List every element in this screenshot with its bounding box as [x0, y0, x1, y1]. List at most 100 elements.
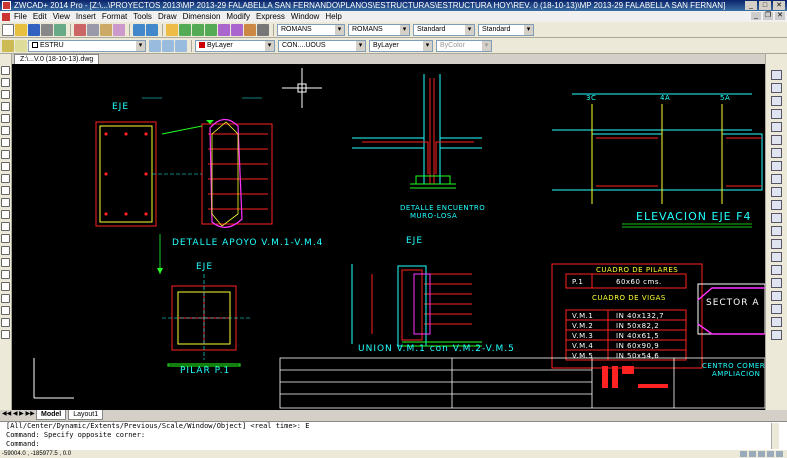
zoom-realtime-icon[interactable]: [179, 23, 191, 36]
gradient-icon[interactable]: [1, 246, 10, 255]
doc-restore-button[interactable]: ❐: [763, 12, 773, 20]
circle-icon[interactable]: [1, 138, 10, 147]
rectangle-icon[interactable]: [1, 114, 10, 123]
polyline-icon[interactable]: [1, 90, 10, 99]
tool-palette-icon[interactable]: [244, 23, 256, 36]
menu-insert[interactable]: Insert: [76, 12, 96, 21]
dimension-angular-icon[interactable]: [771, 265, 782, 275]
command-scrollbar[interactable]: [771, 423, 779, 449]
minimize-button[interactable]: _: [745, 1, 757, 10]
make-current-icon[interactable]: [149, 39, 161, 52]
layer-select[interactable]: ESTRU: [28, 39, 146, 52]
grid-toggle-icon[interactable]: [749, 451, 756, 457]
stretch-icon[interactable]: [771, 109, 782, 119]
doc-close-button[interactable]: ✕: [775, 12, 785, 20]
preview-icon[interactable]: [54, 23, 66, 36]
copy-object-icon[interactable]: [1, 306, 10, 315]
copy-icon[interactable]: [87, 23, 99, 36]
break-icon[interactable]: [771, 148, 782, 158]
open-icon[interactable]: [15, 23, 27, 36]
tab-model[interactable]: Model: [36, 410, 67, 420]
layer-previous-icon[interactable]: [162, 39, 174, 52]
mtext-icon[interactable]: [1, 282, 10, 291]
array-icon[interactable]: [771, 213, 782, 223]
point-icon[interactable]: [1, 222, 10, 231]
menu-tools[interactable]: Tools: [133, 12, 152, 21]
calculator-icon[interactable]: [257, 23, 269, 36]
close-button[interactable]: ✕: [773, 1, 785, 10]
cut-icon[interactable]: [74, 23, 86, 36]
layer-state-icon[interactable]: [15, 39, 27, 52]
drawing-canvas[interactable]: EJE EJE EJE DETALLE APOYO V.M.1-V.M.4 DE…: [12, 64, 765, 410]
text-style-select[interactable]: ROMANS: [277, 23, 345, 36]
undo-icon[interactable]: [133, 23, 145, 36]
table-style-select[interactable]: Standard: [478, 23, 534, 36]
blocks-panel-icon[interactable]: [771, 330, 782, 340]
hatch-icon[interactable]: [1, 234, 10, 243]
insert-block-icon[interactable]: [1, 198, 10, 207]
lineweight-select[interactable]: ByLayer: [369, 39, 433, 52]
doc-minimize-button[interactable]: _: [751, 12, 761, 20]
region-icon[interactable]: [1, 258, 10, 267]
make-block-icon[interactable]: [1, 210, 10, 219]
erase-icon[interactable]: [1, 294, 10, 303]
maximize-button[interactable]: □: [759, 1, 771, 10]
linetype-select[interactable]: CON....UOUS: [278, 39, 366, 52]
rotate-icon[interactable]: [771, 83, 782, 93]
polygon-icon[interactable]: [1, 102, 10, 111]
spline-icon[interactable]: [1, 162, 10, 171]
leader-icon[interactable]: [771, 278, 782, 288]
design-center-icon[interactable]: [231, 23, 243, 36]
line-icon[interactable]: [1, 66, 10, 75]
pan-icon[interactable]: [166, 23, 178, 36]
revcloud-icon[interactable]: [1, 150, 10, 159]
menu-window[interactable]: Window: [291, 12, 319, 21]
polar-toggle-icon[interactable]: [767, 451, 774, 457]
menu-file[interactable]: File: [14, 12, 27, 21]
menu-view[interactable]: View: [53, 12, 70, 21]
move-icon[interactable]: [771, 70, 782, 80]
layer-panel-icon[interactable]: [771, 317, 782, 327]
tolerance-icon[interactable]: [771, 291, 782, 301]
arc-icon[interactable]: [1, 126, 10, 135]
menu-edit[interactable]: Edit: [33, 12, 47, 21]
join-icon[interactable]: [771, 161, 782, 171]
dimension-radius-icon[interactable]: [771, 252, 782, 262]
zoom-previous-icon[interactable]: [205, 23, 217, 36]
table-icon[interactable]: [1, 270, 10, 279]
osnap-toggle-icon[interactable]: [776, 451, 783, 457]
fillet-icon[interactable]: [771, 187, 782, 197]
dimension-aligned-icon[interactable]: [771, 239, 782, 249]
layer-manager-icon[interactable]: [2, 39, 14, 52]
properties-panel-icon[interactable]: [771, 304, 782, 314]
save-icon[interactable]: [28, 23, 40, 36]
command-prompt[interactable]: Command:: [6, 440, 787, 449]
new-icon[interactable]: [2, 23, 14, 36]
layer-match-icon[interactable]: [175, 39, 187, 52]
match-properties-icon[interactable]: [113, 23, 125, 36]
tab-layout1[interactable]: Layout1: [68, 410, 104, 420]
menu-format[interactable]: Format: [102, 12, 127, 21]
print-icon[interactable]: [41, 23, 53, 36]
chamfer-icon[interactable]: [771, 174, 782, 184]
layout-nav-arrows[interactable]: ◀◀ ◀ ▶ ▶▶: [2, 410, 35, 417]
color-select[interactable]: ByLayer: [195, 39, 275, 52]
menu-draw[interactable]: Draw: [158, 12, 177, 21]
document-tab[interactable]: Z:\...V.0 (18-10-13).dwg: [14, 54, 100, 64]
menu-help[interactable]: Help: [325, 12, 341, 21]
properties-icon[interactable]: [218, 23, 230, 36]
text-style-2-select[interactable]: ROMANS: [348, 23, 410, 36]
xline-icon[interactable]: [1, 78, 10, 87]
command-line[interactable]: [All/Center/Dynamic/Extents/Previous/Sca…: [0, 421, 787, 450]
document-icon[interactable]: [2, 12, 10, 21]
offset-icon[interactable]: [1, 330, 10, 339]
dimension-linear-icon[interactable]: [771, 226, 782, 236]
plot-style-select[interactable]: ByColor: [436, 39, 492, 52]
trim-icon[interactable]: [771, 122, 782, 132]
menu-express[interactable]: Express: [256, 12, 285, 21]
menu-dimension[interactable]: Dimension: [183, 12, 221, 21]
scale-icon[interactable]: [771, 96, 782, 106]
explode-icon[interactable]: [771, 200, 782, 210]
ortho-toggle-icon[interactable]: [758, 451, 765, 457]
ellipse-icon[interactable]: [1, 174, 10, 183]
